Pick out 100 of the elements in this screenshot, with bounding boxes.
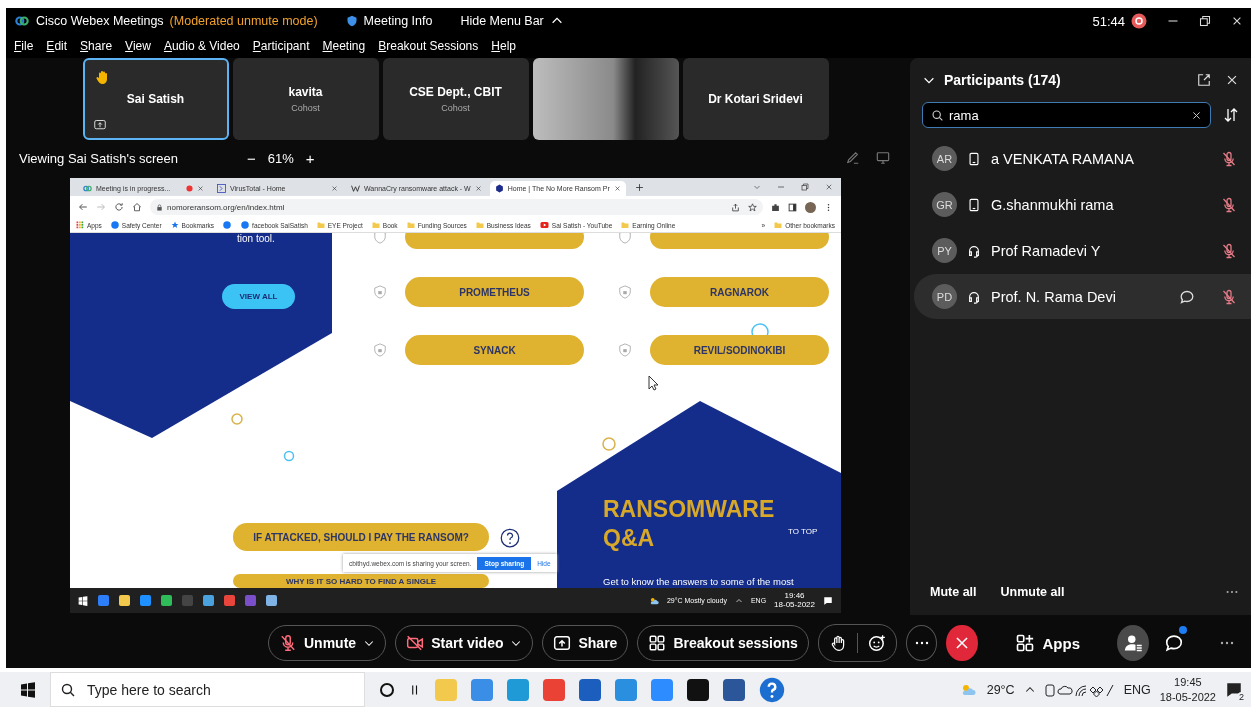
taskbar-search-field[interactable]: Type here to search [50,672,365,707]
view-all-button[interactable]: VIEW ALL [222,284,295,309]
meeting-info-button[interactable]: Meeting Info [363,14,433,28]
menu-item[interactable]: Audio & Video [163,39,240,53]
chat-icon[interactable] [1179,288,1195,305]
folder-icon [371,221,380,229]
folder-icon [621,221,630,229]
mobile-phone-icon [967,196,981,213]
menu-item[interactable]: Breakout Sessions [378,39,479,53]
screen-share-icon [553,634,572,652]
pop-out-icon[interactable] [1197,73,1211,87]
clear-icon[interactable] [1191,110,1202,121]
language-indicator[interactable]: ENG [1123,682,1151,697]
windows-logo-icon[interactable] [20,681,36,698]
search-field[interactable]: rama [922,102,1211,128]
zoom-out-button[interactable]: − [243,149,260,167]
decryptor-button[interactable]: RAGNAROK [650,277,829,307]
menu-item[interactable]: File [14,39,34,53]
profile-avatar[interactable] [805,201,816,213]
cloud-sun-icon [648,595,659,606]
tray-icons-drawing[interactable] [1044,682,1115,697]
panel-action-button[interactable]: Unmute all [994,581,1071,603]
muted-microphone-icon [1221,150,1237,167]
menu-item[interactable]: Share [80,39,113,53]
participant-tile[interactable]: Sai Satish [82,58,229,140]
apps-button[interactable]: Apps [1008,632,1086,654]
video-play-icon [539,221,549,229]
folder-icon [774,221,783,229]
taskbar-clock[interactable]: 19:45 18-05-2022 [1159,674,1216,705]
restore-icon[interactable] [1199,15,1211,27]
avatar-initials: PD [932,284,957,309]
shield-lock-icon [618,233,632,244]
reactions-button[interactable] [867,634,886,652]
muted-microphone-icon [1221,242,1237,259]
participant-row[interactable]: PY Prof Ramadevi Y [914,228,1251,273]
reload-icon[interactable] [114,202,124,212]
chevron-up-icon[interactable] [734,596,743,605]
question-button[interactable]: IF ATTACKED, SHOULD I PAY THE RANSOM? [233,523,489,551]
participant-name: Dr Kotari Sridevi [708,92,803,106]
panel-action-button[interactable]: Mute all [924,581,983,603]
to-top-link[interactable]: TO TOP [788,527,818,536]
participant-tile[interactable]: kavita Cohost [232,58,379,140]
taskbar-app-icon[interactable] [723,678,745,701]
participant-name: CSE Dept., CBIT [409,85,502,99]
facebook-icon [110,221,119,229]
help-circle-icon[interactable] [759,676,785,703]
share-icon[interactable] [731,202,740,212]
participant-name: a VENKATA RAMANA [991,150,1135,167]
person-list-icon [1123,633,1143,653]
menu-item[interactable]: Edit [46,39,68,53]
notification-icon [1225,680,1243,699]
participant-tile[interactable]: CSE Dept., CBIT Cohost [382,58,529,140]
apps-icon [1014,633,1035,653]
menu-item[interactable]: Help [491,39,516,53]
avatar-initials: GR [932,192,957,217]
zoom-in-button[interactable]: + [301,149,319,167]
question-button[interactable]: WHY IS IT SO HARD TO FIND A SINGLE [233,574,489,588]
participant-row[interactable]: PD Prof. N. Rama Devi [914,274,1251,319]
participants-button[interactable] [1117,625,1149,661]
muted-microphone-icon [1221,288,1237,305]
sharing-status: Viewing Sai Satish's screen [19,150,179,166]
taskbar-app-icon[interactable] [687,678,709,701]
annotate-icon[interactable] [846,151,860,165]
notification-icon[interactable] [823,595,833,606]
participant-name: Prof Ramadevi Y [991,242,1102,259]
menu-item[interactable]: Participant [252,39,310,53]
cortana-circle-icon[interactable] [379,681,395,698]
shield-lock-icon [618,285,632,299]
decryptor-button[interactable]: REVIL/SODINOKIBI [650,335,829,365]
notification-button[interactable]: 2 [1225,680,1243,699]
close-icon[interactable] [1225,73,1239,87]
decryptor-button[interactable]: PROMETHEUS [405,277,584,307]
home-icon[interactable] [132,202,142,212]
menu-item[interactable]: View [125,39,151,53]
participant-role: Cohost [441,103,470,113]
leave-meeting-button[interactable] [946,625,978,661]
participant-tile[interactable]: Dr Kotari Sridevi [682,58,829,140]
participant-row[interactable]: AR a VENKATA RAMANA [914,136,1251,181]
video-tile[interactable] [532,58,679,140]
muted-microphone-icon [1221,196,1237,213]
folder-icon [475,221,484,229]
windows-logo-icon[interactable] [78,595,88,606]
taskbar-clock[interactable]: 19:46 18-05-2022 [774,591,815,610]
participant-row[interactable]: GR G.shanmukhi rama [914,182,1251,227]
monitor-icon[interactable] [876,151,890,165]
plus-icon[interactable] [634,182,644,192]
address-bar[interactable]: nomoreransom.org/en/index.html [150,199,763,215]
close-icon[interactable] [1231,15,1243,27]
ring-decoration [283,450,295,462]
sidebar-icon[interactable] [788,202,797,212]
back-arrow-icon[interactable] [78,202,88,212]
ring-decoration [231,413,243,425]
hero-text: tion tool. [237,233,275,244]
zoom-level: 61% [267,150,294,166]
puzzle-icon[interactable] [771,202,780,212]
menu-item[interactable]: Meeting [322,39,366,53]
decryptor-button[interactable]: SYNACK [405,335,584,365]
sort-icon[interactable] [1223,107,1239,123]
hide-menu-bar-button[interactable]: Hide Menu Bar [460,14,544,28]
star-outline-icon[interactable] [748,202,757,212]
